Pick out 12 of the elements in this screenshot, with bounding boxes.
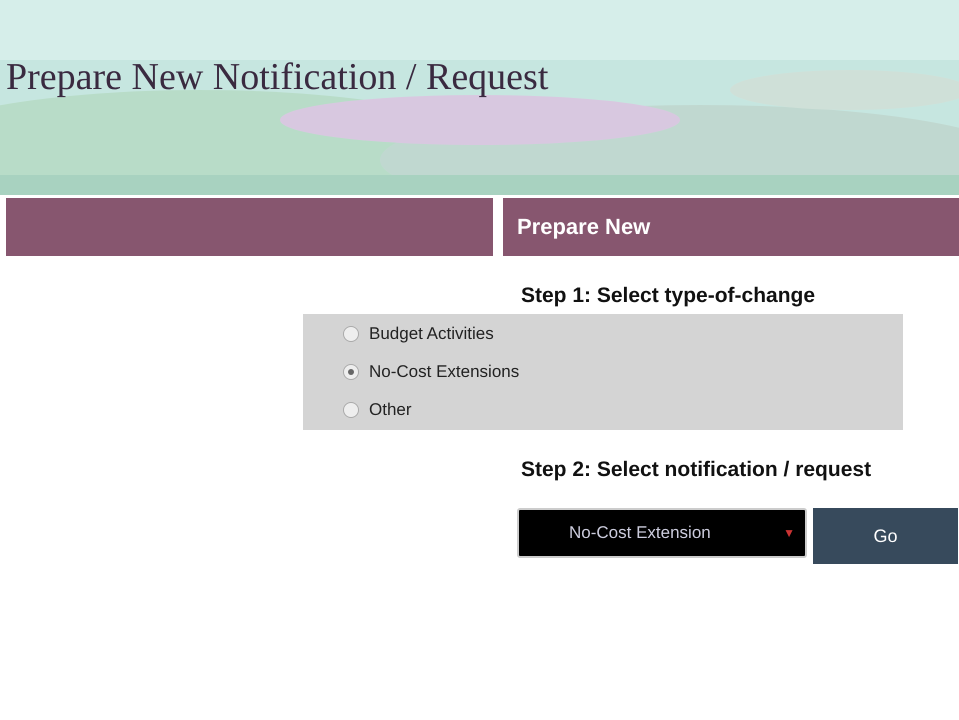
request-dropdown[interactable]: No-Cost Extension ▼ [517,508,807,558]
radio-button[interactable] [343,402,359,418]
radio-button[interactable] [343,364,359,380]
step-heading: Step 2: Select notification / request [520,457,872,483]
radio-button[interactable] [343,326,359,342]
option-label: Other [369,400,412,420]
panel-title: Prepare New [516,214,650,240]
go-button[interactable]: Go [813,508,958,564]
option-label: No-Cost Extensions [369,362,520,382]
option-label: Budget Activities [369,324,494,344]
page-title: Prepare New Notification / Request [6,55,548,99]
step-heading: Step 1: Select type-of-change [520,283,816,309]
